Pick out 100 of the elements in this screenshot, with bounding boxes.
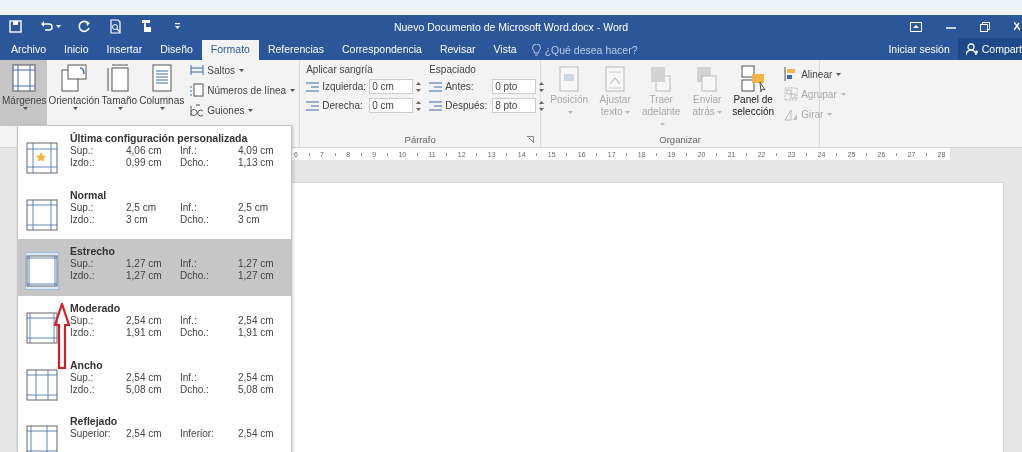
margin-value: 1,13 cm (238, 157, 275, 168)
margin-value: 0,99 cm (126, 157, 163, 168)
indent-right-icon (306, 100, 320, 111)
ribbon-tab[interactable]: Referencias (258, 40, 333, 60)
margin-label: Sup.: (70, 145, 95, 156)
share-button[interactable]: Compart (957, 38, 1022, 60)
spin-field[interactable]: 8 pto (492, 98, 537, 113)
sign-in-link[interactable]: Iniciar sesión (880, 43, 958, 55)
ribbon-tab[interactable]: Insertar (97, 40, 152, 60)
spinner-icon[interactable] (416, 80, 422, 93)
margin-option-name: Reflejado (70, 415, 119, 428)
field-label: Antes: (445, 81, 475, 92)
margin-label: Dcho.: (180, 327, 210, 338)
spin-field[interactable]: 0 cm (369, 98, 414, 113)
ribbon-button[interactable]: Tamaño (100, 60, 139, 126)
margin-option[interactable]: Moderado Sup.: 2,54 cm Inf.: 2,54 cm Izdo.: 1,91 cm Dcho.: 1,91 cm (18, 296, 291, 353)
caret-icon (56, 25, 61, 28)
save-icon[interactable] (8, 19, 23, 34)
redo-icon[interactable] (77, 19, 92, 34)
caret-icon (22, 107, 28, 110)
ribbon-tab[interactable]: Correspondencia (332, 40, 431, 60)
ribbon-button[interactable]: Márgenes (0, 60, 48, 126)
margin-preview-icon (26, 312, 58, 344)
margin-option[interactable]: Normal Sup.: 2,5 cm Inf.: 2,5 cm Izdo.: 3 cm Dcho.: 3 cm (18, 182, 291, 240)
margin-value: 1,91 cm (126, 327, 163, 338)
spinner-icon[interactable] (416, 99, 422, 112)
caret-icon (117, 107, 123, 110)
margin-label: Inf.: (180, 315, 198, 326)
undo-icon[interactable] (39, 19, 54, 34)
margin-label: Izdo.: (70, 270, 96, 282)
ribbon-command[interactable]: Guiones (189, 102, 296, 118)
margin-option[interactable]: Reflejado Superior: 2,54 cm Inferior: 2,54 cm (18, 409, 291, 452)
field-label: Derecha: (322, 100, 364, 111)
spin-field[interactable]: 0 cm (369, 79, 414, 94)
margin-label: Sup.: (70, 371, 95, 383)
breaks-icon (189, 62, 206, 78)
print-preview-icon[interactable] (108, 19, 123, 34)
spinner-icon[interactable] (539, 80, 545, 93)
close-icon[interactable] (1014, 21, 1020, 32)
caret-icon (716, 110, 722, 114)
margin-value: 5,08 cm (238, 383, 275, 395)
ribbon-tab[interactable]: Archivo (2, 40, 55, 60)
margin-preview-icon (26, 368, 58, 401)
margin-label: Izdo.: (70, 327, 96, 338)
group-label: Organizar (659, 134, 701, 145)
margin-label: Inf.: (180, 371, 198, 383)
caret-icon (836, 72, 842, 76)
dialog-launcher-icon[interactable] (527, 136, 535, 143)
tell-me-search[interactable]: ¿Qué desea hacer? (531, 40, 638, 60)
indent-left-icon (306, 81, 320, 92)
spin-field[interactable]: 0 pto (492, 79, 537, 94)
margin-value: 2,5 cm (126, 201, 157, 213)
margin-label: Dcho.: (180, 270, 210, 282)
person-icon (965, 43, 978, 55)
pane-icon (738, 64, 769, 94)
hyphenation-icon (189, 102, 206, 118)
margin-value: 1,27 cm (238, 270, 275, 282)
ribbon-command[interactable]: Números de línea (189, 82, 296, 98)
field-label: Después: (445, 100, 489, 111)
margin-value: 2,54 cm (238, 428, 275, 440)
margin-option[interactable]: Estrecho Sup.: 1,27 cm Inf.: 1,27 cm Izdo.: 1,27 cm Dcho.: 1,27 cm (18, 239, 291, 296)
ribbon-display-icon[interactable] (910, 21, 922, 32)
margin-label: Superior: (70, 428, 112, 440)
caret-icon (160, 107, 166, 110)
caret-icon (72, 107, 78, 110)
margin-label: Dcho.: (180, 213, 210, 225)
margin-value: 5,08 cm (126, 383, 163, 395)
margin-label: Inf.: (180, 258, 198, 270)
caret-icon (827, 112, 833, 116)
margin-value: 2,54 cm (126, 371, 163, 383)
ribbon-tab[interactable]: Inicio (55, 40, 98, 60)
margin-label: Dcho.: (180, 383, 210, 395)
margin-option-name: Ancho (70, 358, 104, 371)
margin-label: Dcho.: (180, 157, 210, 168)
margin-label: Izdo.: (70, 383, 96, 395)
margin-option[interactable]: Ancho Sup.: 2,54 cm Inf.: 2,54 cm Izdo.: 5,08 cm Dcho.: 5,08 cm (18, 352, 291, 410)
spacing-before-icon (429, 81, 443, 92)
ribbon-button[interactable]: Panel de selección (733, 64, 774, 134)
margin-value: 2,5 cm (238, 201, 269, 213)
caret-icon (248, 108, 254, 112)
margin-value: 4,06 cm (126, 145, 163, 156)
margin-value: 3 cm (126, 213, 149, 225)
margin-label: Inferior: (180, 428, 215, 440)
ribbon-button[interactable]: Orientación (47, 60, 101, 126)
spinner-icon[interactable] (539, 99, 545, 112)
ribbon-tab[interactable]: Diseño (151, 40, 202, 60)
group-label: Párrafo (404, 134, 436, 147)
spacing-after-icon (429, 100, 443, 111)
ribbon-button[interactable]: Columnas (138, 60, 186, 126)
restore-icon[interactable] (980, 21, 990, 32)
ribbon-tab[interactable]: Formato (201, 40, 259, 60)
caret-icon (624, 110, 630, 114)
ribbon-command[interactable]: Saltos (189, 62, 296, 78)
margin-label: Izdo.: (70, 213, 96, 225)
margin-preview-icon (26, 142, 58, 174)
margin-option[interactable]: Última configuración personalizada Sup.: 4,06 cm Inf.: 4,09 cm Izdo.: 0,99 cm Dcho.: 1,13 cm (18, 126, 291, 183)
ribbon-command[interactable]: Alinear (783, 66, 846, 82)
ribbon-tab[interactable]: Vista (484, 40, 526, 60)
margin-value: 2,54 cm (126, 315, 163, 326)
ribbon-tab[interactable]: Revisar (430, 40, 485, 60)
